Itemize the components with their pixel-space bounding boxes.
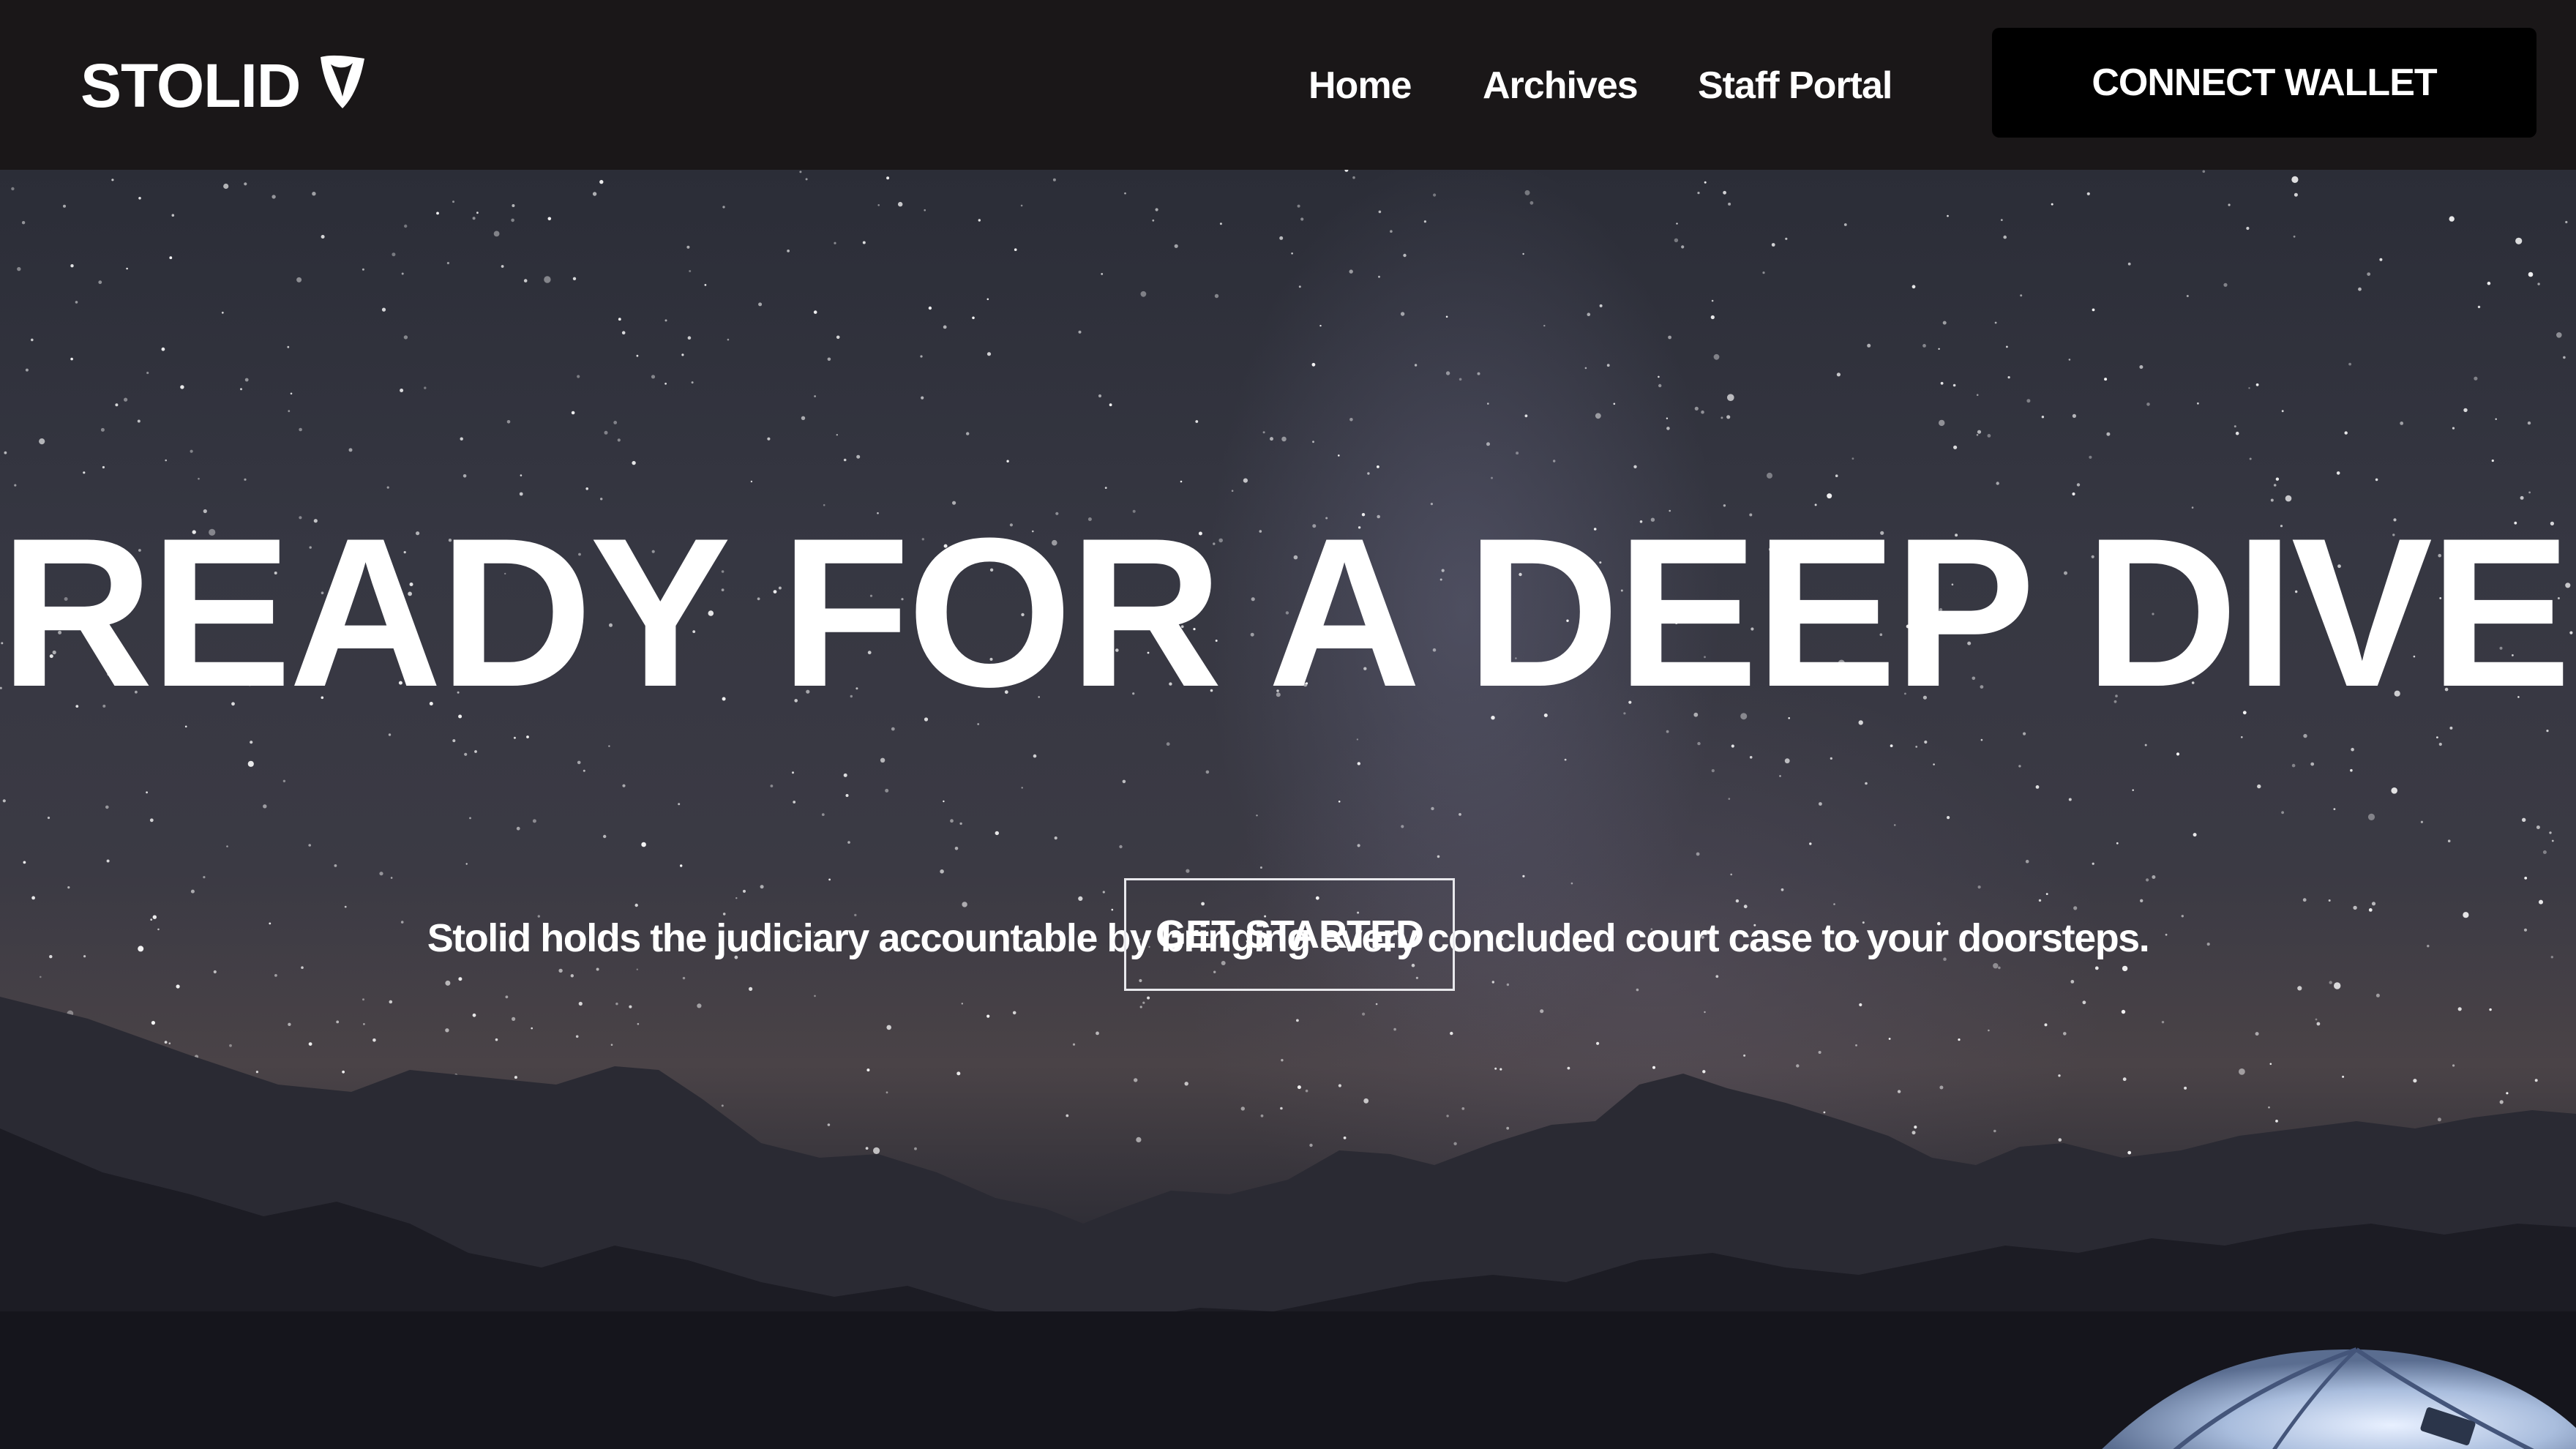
top-navbar: STOLID Home Archives Staff Portal CONNEC… <box>0 0 2576 170</box>
hero-section: READY FOR A DEEP DIVE? Stolid holds the … <box>0 170 2576 1449</box>
connect-wallet-button[interactable]: CONNECT WALLET <box>1992 28 2536 138</box>
brand-name: STOLID <box>80 50 301 120</box>
get-started-button[interactable]: GET STARTED <box>1124 878 1455 991</box>
landing-page: STOLID Home Archives Staff Portal CONNEC… <box>0 0 2576 1449</box>
glowing-tent-illustration <box>2102 1347 2576 1449</box>
nav-link-archives[interactable]: Archives <box>1483 60 1639 111</box>
hero-title: READY FOR A DEEP DIVE? <box>0 494 2576 731</box>
mountain-silhouette <box>0 997 2576 1449</box>
nav-link-home[interactable]: Home <box>1308 60 1412 111</box>
nav-link-staff-portal[interactable]: Staff Portal <box>1698 60 1892 111</box>
stolid-shield-logo-icon <box>321 55 365 108</box>
brand-logo[interactable]: STOLID <box>80 45 369 126</box>
